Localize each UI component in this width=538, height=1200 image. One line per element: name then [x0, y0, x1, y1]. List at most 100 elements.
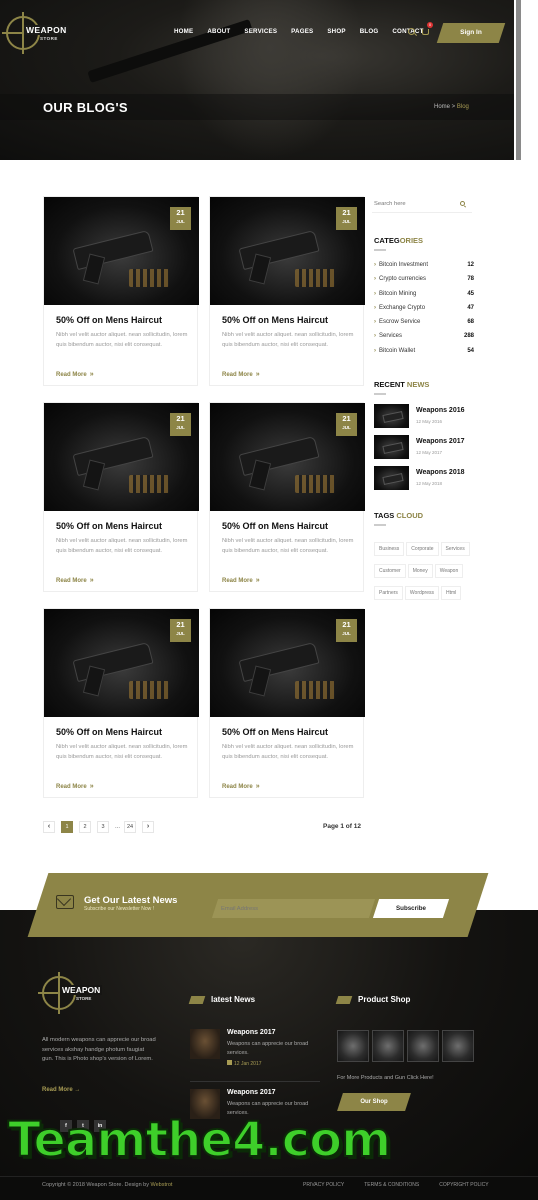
- nav-shop[interactable]: SHOP: [327, 28, 345, 35]
- tag-item[interactable]: Partners: [374, 586, 403, 600]
- read-more-link[interactable]: Read More»: [222, 371, 260, 378]
- category-item[interactable]: › Bitcoin Mining 45: [374, 291, 474, 305]
- logo[interactable]: WEAPON STORE: [2, 12, 76, 54]
- post-image[interactable]: 21 JUL: [210, 403, 365, 511]
- blog-post-card[interactable]: 21 JUL 50% Off on Mens Haircut Nibh vel …: [209, 608, 365, 798]
- category-item[interactable]: › Exchange Crypto 47: [374, 305, 474, 319]
- page-1-button[interactable]: 1: [61, 821, 73, 833]
- designer-link[interactable]: Webstrot: [151, 1182, 173, 1188]
- blog-post-card[interactable]: 21 JUL 50% Off on Mens Haircut Nibh vel …: [209, 402, 365, 592]
- cart-icon[interactable]: 0: [422, 22, 433, 35]
- post-image[interactable]: 21 JUL: [210, 197, 365, 305]
- post-title[interactable]: 50% Off on Mens Haircut: [222, 315, 328, 325]
- blog-post-card[interactable]: 21 JUL 50% Off on Mens Haircut Nibh vel …: [43, 402, 199, 592]
- recent-news-thumbnail[interactable]: [374, 404, 409, 428]
- recent-news-item[interactable]: Weapons 2016 12 May 2016: [374, 404, 474, 428]
- post-title[interactable]: 50% Off on Mens Haircut: [222, 521, 328, 531]
- post-image[interactable]: 21 JUL: [210, 609, 365, 717]
- footer-shop-title: Product Shop: [335, 995, 410, 1004]
- read-more-link[interactable]: Read More»: [56, 783, 94, 790]
- footer-read-more-link[interactable]: Read More →: [42, 1087, 80, 1093]
- post-title[interactable]: 50% Off on Mens Haircut: [56, 315, 162, 325]
- subscribe-button[interactable]: Subscribe: [372, 899, 450, 918]
- news-thumbnail[interactable]: [190, 1029, 220, 1059]
- recent-news-title[interactable]: Weapons 2017: [416, 438, 465, 445]
- read-more-link[interactable]: Read More»: [56, 371, 94, 378]
- tag-item[interactable]: Corporate: [406, 542, 439, 556]
- category-item[interactable]: › Crypto currencies 78: [374, 276, 474, 290]
- post-day: 21: [342, 414, 351, 423]
- page-3-button[interactable]: 3: [97, 821, 109, 833]
- privacy-policy-link[interactable]: PRIVACY POLICY: [303, 1182, 344, 1188]
- recent-news-title[interactable]: Weapons 2018: [416, 469, 465, 476]
- category-item[interactable]: › Escrow Service 68: [374, 319, 474, 333]
- recent-news-item[interactable]: Weapons 2017 12 May 2017: [374, 435, 474, 459]
- page-24-button[interactable]: 24: [124, 821, 137, 833]
- pagination: ‹ 1 2 3 ... 24 ›: [43, 821, 160, 833]
- shop-note[interactable]: For More Products and Gun Click Here!: [337, 1075, 434, 1081]
- read-more-link[interactable]: Read More»: [56, 577, 94, 584]
- next-page-button[interactable]: ›: [142, 821, 155, 833]
- search-icon[interactable]: [460, 201, 465, 206]
- scrollbar-thumb[interactable]: [516, 0, 521, 160]
- product-thumbnail[interactable]: [407, 1030, 439, 1062]
- nav-about[interactable]: ABOUT: [207, 28, 230, 35]
- recent-news-thumbnail[interactable]: [374, 466, 409, 490]
- category-item[interactable]: › Services 288: [374, 333, 474, 347]
- news-title[interactable]: Weapons 2017: [227, 1029, 276, 1036]
- terms-link[interactable]: TERMS & CONDITIONS: [364, 1182, 419, 1188]
- product-thumbnail[interactable]: [372, 1030, 404, 1062]
- product-thumbnail[interactable]: [337, 1030, 369, 1062]
- category-name: Bitcoin Wallet: [379, 347, 416, 354]
- scrollbar[interactable]: [514, 0, 538, 910]
- nav-pages[interactable]: PAGES: [291, 28, 313, 35]
- search-icon[interactable]: [408, 28, 415, 35]
- category-item[interactable]: › Bitcoin Wallet 54: [374, 348, 474, 362]
- category-item[interactable]: › Bitcoin Investment 12: [374, 262, 474, 276]
- tag-item[interactable]: Wordpress: [404, 586, 439, 600]
- tag-item[interactable]: Business: [374, 542, 405, 556]
- copyright-policy-link[interactable]: COPYRIGHT POLICY: [439, 1182, 488, 1188]
- post-title[interactable]: 50% Off on Mens Haircut: [56, 521, 162, 531]
- tag-item[interactable]: Weapon: [434, 564, 464, 578]
- post-date-badge: 21 JUL: [170, 619, 191, 642]
- breadcrumb-separator: >: [450, 104, 457, 110]
- recent-news-title[interactable]: Weapons 2016: [416, 407, 465, 414]
- post-title[interactable]: 50% Off on Mens Haircut: [222, 727, 328, 737]
- footer-news-item[interactable]: Weapons 2017 Weapons can apprecie our br…: [190, 1029, 320, 1069]
- read-more-label: Read More: [222, 372, 253, 378]
- news-title[interactable]: Weapons 2017: [227, 1089, 276, 1096]
- blog-post-card[interactable]: 21 JUL 50% Off on Mens Haircut Nibh vel …: [43, 608, 199, 798]
- category-name: Bitcoin Mining: [379, 290, 417, 297]
- recent-news-thumbnail[interactable]: [374, 435, 409, 459]
- footer-logo[interactable]: WEAPON STORE: [38, 972, 112, 1014]
- watermark-overlay: Teamthe4.com: [7, 1111, 392, 1169]
- read-more-link[interactable]: Read More»: [222, 783, 260, 790]
- tag-item[interactable]: Services: [440, 542, 470, 556]
- breadcrumb-home[interactable]: Home: [434, 104, 450, 110]
- nav-home[interactable]: HOME: [174, 28, 193, 35]
- post-month: JUL: [342, 631, 351, 636]
- chevron-right-icon: ›: [374, 333, 376, 340]
- post-title[interactable]: 50% Off on Mens Haircut: [56, 727, 162, 737]
- our-shop-button[interactable]: Our Shop: [337, 1093, 411, 1111]
- sidebar-search-input[interactable]: [372, 196, 457, 212]
- recent-news-item[interactable]: Weapons 2018 12 May 2018: [374, 466, 474, 490]
- page-2-button[interactable]: 2: [79, 821, 91, 833]
- page-title: OUR BLOG'S: [43, 100, 128, 115]
- post-image[interactable]: 21 JUL: [44, 197, 199, 305]
- sign-in-button[interactable]: Sign In: [436, 23, 506, 43]
- newsletter-email-input[interactable]: [221, 899, 361, 918]
- tag-item[interactable]: Html: [441, 586, 462, 600]
- blog-post-card[interactable]: 21 JUL 50% Off on Mens Haircut Nibh vel …: [209, 196, 365, 386]
- read-more-link[interactable]: Read More»: [222, 577, 260, 584]
- nav-services[interactable]: SERVICES: [244, 28, 277, 35]
- prev-page-button[interactable]: ‹: [43, 821, 55, 833]
- product-thumbnail[interactable]: [442, 1030, 474, 1062]
- tag-item[interactable]: Customer: [374, 564, 406, 578]
- post-image[interactable]: 21 JUL: [44, 403, 199, 511]
- nav-blog[interactable]: BLOG: [360, 28, 379, 35]
- post-image[interactable]: 21 JUL: [44, 609, 199, 717]
- blog-post-card[interactable]: 21 JUL 50% Off on Mens Haircut Nibh vel …: [43, 196, 199, 386]
- tag-item[interactable]: Money: [407, 564, 433, 578]
